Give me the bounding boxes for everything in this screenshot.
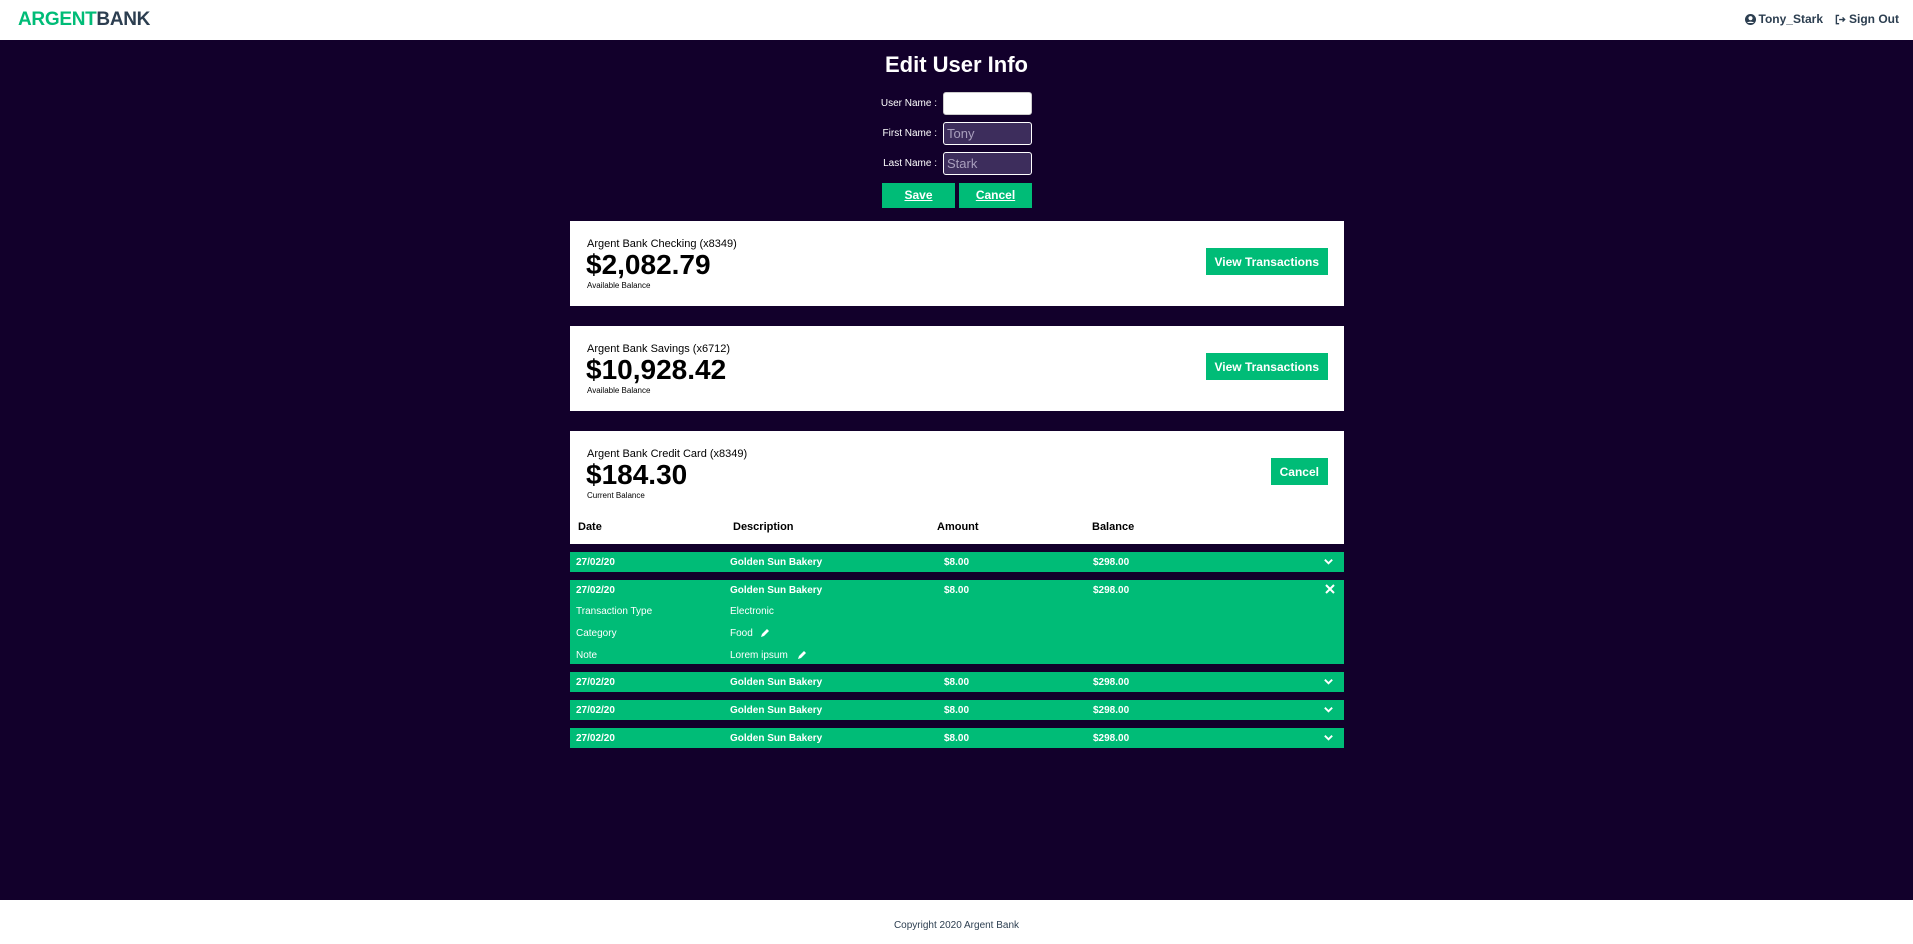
tx-category-value: Food (730, 628, 753, 639)
pencil-icon[interactable] (760, 628, 770, 638)
first-name-input[interactable] (943, 122, 1032, 145)
footer: Copyright 2020 Argent Bank (0, 900, 1913, 944)
tx-category-label: Category (576, 628, 617, 639)
tx-balance: $298.00 (1093, 705, 1130, 716)
transaction-row-expanded: 27/02/20 Golden Sun Bakery $8.00 $298.00… (570, 580, 1344, 664)
chevron-down-icon[interactable] (1323, 556, 1334, 567)
transaction-row[interactable]: 27/02/20 Golden Sun Bakery $8.00 $298.00 (570, 552, 1344, 572)
user-name-label: User Name : (880, 98, 937, 109)
sign-out-link[interactable]: Sign Out (1835, 12, 1899, 26)
first-name-row: First Name : (0, 122, 1913, 146)
tx-description: Golden Sun Bakery (730, 585, 823, 596)
account-amount: $10,928.42 (586, 354, 727, 385)
transaction-row[interactable]: 27/02/20 Golden Sun Bakery $8.00 $298.00 (570, 672, 1344, 692)
tx-description: Golden Sun Bakery (730, 705, 823, 716)
tx-amount: $8.00 (944, 705, 970, 716)
tx-balance: $298.00 (1093, 557, 1130, 568)
user-circle-icon (1744, 13, 1756, 25)
last-name-row: Last Name : (0, 152, 1913, 176)
page-title: Edit User Info (884, 52, 1028, 77)
tx-note-label: Note (576, 650, 598, 661)
tx-description: Golden Sun Bakery (730, 677, 823, 688)
first-name-label: First Name : (882, 128, 937, 139)
nav-right: Tony_Stark Sign Out (1733, 12, 1899, 26)
logo-part-1: ARGENT (18, 9, 97, 30)
logo-part-2: BANK (96, 9, 151, 30)
tx-date: 27/02/20 (576, 677, 615, 688)
account-card-savings: Argent Bank Savings (x6712) $10,928.42 A… (570, 326, 1344, 411)
tx-description: Golden Sun Bakery (730, 557, 823, 568)
transaction-row[interactable]: 27/02/20 Golden Sun Bakery $8.00 $298.00 (570, 700, 1344, 720)
chevron-down-icon[interactable] (1323, 704, 1334, 715)
tx-date: 27/02/20 (576, 733, 615, 744)
chevron-down-icon[interactable] (1323, 676, 1334, 687)
cancel-button[interactable]: Cancel (959, 183, 1032, 208)
last-name-input[interactable] (943, 152, 1032, 175)
tx-amount: $8.00 (944, 585, 970, 596)
tx-date: 27/02/20 (576, 557, 615, 568)
header-balance: Balance (1092, 521, 1135, 533)
header-amount: Amount (937, 521, 979, 533)
header-description: Description (733, 521, 794, 533)
chevron-down-icon[interactable] (1323, 732, 1334, 743)
user-name-input[interactable] (943, 92, 1032, 115)
user-profile-link[interactable]: Tony_Stark (1744, 12, 1823, 26)
user-name-row: User Name : (0, 92, 1913, 116)
sign-out-label: Sign Out (1849, 12, 1899, 26)
logo[interactable]: ARGENTBANK (18, 9, 150, 31)
transactions-header: Date Description Amount Balance (570, 521, 1344, 537)
tx-amount: $8.00 (944, 733, 970, 744)
header-date: Date (578, 521, 602, 533)
close-icon[interactable] (1325, 584, 1335, 594)
copyright-text: Copyright 2020 Argent Bank (893, 920, 1020, 931)
tx-type-value: Electronic (730, 606, 774, 617)
last-name-label: Last Name : (883, 158, 937, 169)
top-nav: ARGENTBANK Tony_Stark Sign Out (0, 0, 1913, 40)
account-description: Current Balance (587, 491, 645, 500)
account-amount: $2,082.79 (586, 249, 711, 280)
account-card-credit: Argent Bank Credit Card (x8349) $184.30 … (570, 431, 1344, 544)
account-description: Available Balance (587, 386, 651, 395)
edit-buttons: Save Cancel (0, 183, 1913, 208)
close-transactions-button[interactable]: Cancel (1270, 458, 1328, 485)
user-name: Tony_Stark (1758, 12, 1823, 26)
tx-balance: $298.00 (1093, 733, 1130, 744)
save-button[interactable]: Save (882, 183, 955, 208)
pencil-icon[interactable] (797, 650, 807, 660)
account-description: Available Balance (587, 281, 651, 290)
tx-type-label: Transaction Type (576, 606, 653, 617)
tx-note-value: Lorem ipsum (730, 650, 788, 661)
tx-date: 27/02/20 (576, 705, 615, 716)
tx-balance: $298.00 (1093, 677, 1130, 688)
tx-balance: $298.00 (1093, 585, 1130, 596)
tx-amount: $8.00 (944, 557, 970, 568)
account-amount: $184.30 (586, 459, 688, 490)
sign-out-icon (1835, 14, 1846, 24)
view-transactions-button[interactable]: View Transactions (1205, 248, 1328, 275)
tx-amount: $8.00 (944, 677, 970, 688)
transaction-row[interactable]: 27/02/20 Golden Sun Bakery $8.00 $298.00 (570, 728, 1344, 748)
tx-date: 27/02/20 (576, 585, 615, 596)
account-card-checking: Argent Bank Checking (x8349) $2,082.79 A… (570, 221, 1344, 306)
view-transactions-button[interactable]: View Transactions (1205, 353, 1328, 380)
tx-description: Golden Sun Bakery (730, 733, 823, 744)
